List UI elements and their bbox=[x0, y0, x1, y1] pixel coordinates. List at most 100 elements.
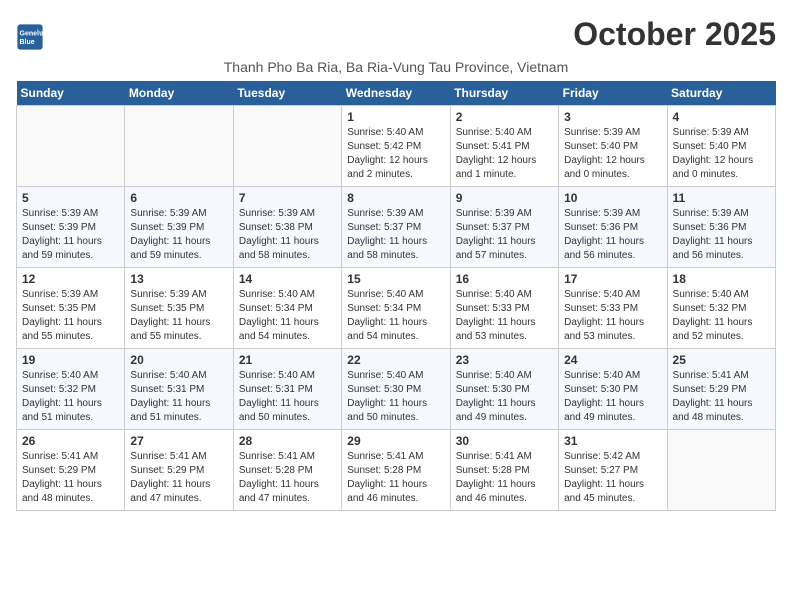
calendar-cell: 13 Sunrise: 5:39 AM Sunset: 5:35 PM Dayli… bbox=[125, 268, 233, 349]
day-info: Sunrise: 5:41 AM Sunset: 5:29 PM Dayligh… bbox=[130, 450, 227, 506]
calendar-cell: 3 Sunrise: 5:39 AM Sunset: 5:40 PM Daylig… bbox=[559, 106, 667, 187]
day-info: Sunrise: 5:39 AM Sunset: 5:40 PM Dayligh… bbox=[564, 126, 661, 182]
location-subtitle: Thanh Pho Ba Ria, Ba Ria-Vung Tau Provin… bbox=[16, 59, 776, 75]
day-info: Sunrise: 5:39 AM Sunset: 5:37 PM Dayligh… bbox=[347, 207, 444, 263]
calendar-cell: 20 Sunrise: 5:40 AM Sunset: 5:31 PM Dayli… bbox=[125, 349, 233, 430]
day-info: Sunrise: 5:41 AM Sunset: 5:28 PM Dayligh… bbox=[347, 450, 444, 506]
calendar-cell: 29 Sunrise: 5:41 AM Sunset: 5:28 PM Dayli… bbox=[342, 430, 450, 511]
calendar-cell: 30 Sunrise: 5:41 AM Sunset: 5:28 PM Dayli… bbox=[450, 430, 558, 511]
day-info: Sunrise: 5:39 AM Sunset: 5:36 PM Dayligh… bbox=[673, 207, 770, 263]
day-info: Sunrise: 5:39 AM Sunset: 5:39 PM Dayligh… bbox=[22, 207, 119, 263]
day-number: 12 bbox=[22, 272, 119, 286]
weekday-header-monday: Monday bbox=[125, 81, 233, 106]
calendar-cell: 18 Sunrise: 5:40 AM Sunset: 5:32 PM Dayli… bbox=[667, 268, 775, 349]
calendar-cell: 14 Sunrise: 5:40 AM Sunset: 5:34 PM Dayli… bbox=[233, 268, 341, 349]
calendar-cell: 5Sunrise: 5:39 AM Sunset: 5:39 PM Daylig… bbox=[17, 187, 125, 268]
day-number: 18 bbox=[673, 272, 770, 286]
calendar-cell bbox=[233, 106, 341, 187]
calendar-cell: 25Sunrise: 5:41 AM Sunset: 5:29 PM Dayli… bbox=[667, 349, 775, 430]
day-info: Sunrise: 5:41 AM Sunset: 5:28 PM Dayligh… bbox=[456, 450, 553, 506]
day-number: 28 bbox=[239, 434, 336, 448]
calendar-cell: 16 Sunrise: 5:40 AM Sunset: 5:33 PM Dayli… bbox=[450, 268, 558, 349]
day-info: Sunrise: 5:41 AM Sunset: 5:28 PM Dayligh… bbox=[239, 450, 336, 506]
calendar-cell: 1 Sunrise: 5:40 AM Sunset: 5:42 PM Daylig… bbox=[342, 106, 450, 187]
calendar-cell: 23 Sunrise: 5:40 AM Sunset: 5:30 PM Dayli… bbox=[450, 349, 558, 430]
day-info: Sunrise: 5:40 AM Sunset: 5:32 PM Dayligh… bbox=[22, 369, 119, 425]
day-number: 22 bbox=[347, 353, 444, 367]
calendar-cell: 2 Sunrise: 5:40 AM Sunset: 5:41 PM Daylig… bbox=[450, 106, 558, 187]
day-number: 3 bbox=[564, 110, 661, 124]
day-number: 14 bbox=[239, 272, 336, 286]
day-number: 27 bbox=[130, 434, 227, 448]
day-number: 21 bbox=[239, 353, 336, 367]
day-number: 16 bbox=[456, 272, 553, 286]
day-info: Sunrise: 5:40 AM Sunset: 5:41 PM Dayligh… bbox=[456, 126, 553, 182]
weekday-header-saturday: Saturday bbox=[667, 81, 775, 106]
day-info: Sunrise: 5:42 AM Sunset: 5:27 PM Dayligh… bbox=[564, 450, 661, 506]
month-title: October 2025 bbox=[573, 16, 776, 53]
day-info: Sunrise: 5:40 AM Sunset: 5:32 PM Dayligh… bbox=[673, 288, 770, 344]
calendar-cell: 24 Sunrise: 5:40 AM Sunset: 5:30 PM Dayli… bbox=[559, 349, 667, 430]
day-number: 9 bbox=[456, 191, 553, 205]
calendar-cell: 4 Sunrise: 5:39 AM Sunset: 5:40 PM Daylig… bbox=[667, 106, 775, 187]
calendar-cell: 31 Sunrise: 5:42 AM Sunset: 5:27 PM Dayli… bbox=[559, 430, 667, 511]
day-number: 15 bbox=[347, 272, 444, 286]
day-info: Sunrise: 5:40 AM Sunset: 5:34 PM Dayligh… bbox=[239, 288, 336, 344]
calendar-table: SundayMondayTuesdayWednesdayThursdayFrid… bbox=[16, 81, 776, 511]
calendar-cell: 22 Sunrise: 5:40 AM Sunset: 5:30 PM Dayli… bbox=[342, 349, 450, 430]
logo: General Blue bbox=[16, 23, 48, 51]
calendar-cell: 19Sunrise: 5:40 AM Sunset: 5:32 PM Dayli… bbox=[17, 349, 125, 430]
day-number: 7 bbox=[239, 191, 336, 205]
day-number: 30 bbox=[456, 434, 553, 448]
calendar-cell: 27 Sunrise: 5:41 AM Sunset: 5:29 PM Dayli… bbox=[125, 430, 233, 511]
weekday-header-wednesday: Wednesday bbox=[342, 81, 450, 106]
weekday-header-friday: Friday bbox=[559, 81, 667, 106]
day-info: Sunrise: 5:39 AM Sunset: 5:35 PM Dayligh… bbox=[22, 288, 119, 344]
day-number: 17 bbox=[564, 272, 661, 286]
day-info: Sunrise: 5:39 AM Sunset: 5:39 PM Dayligh… bbox=[130, 207, 227, 263]
day-number: 29 bbox=[347, 434, 444, 448]
day-info: Sunrise: 5:40 AM Sunset: 5:33 PM Dayligh… bbox=[456, 288, 553, 344]
weekday-header-tuesday: Tuesday bbox=[233, 81, 341, 106]
day-number: 10 bbox=[564, 191, 661, 205]
day-info: Sunrise: 5:39 AM Sunset: 5:36 PM Dayligh… bbox=[564, 207, 661, 263]
day-info: Sunrise: 5:41 AM Sunset: 5:29 PM Dayligh… bbox=[673, 369, 770, 425]
general-blue-icon: General Blue bbox=[16, 23, 44, 51]
day-number: 13 bbox=[130, 272, 227, 286]
day-info: Sunrise: 5:40 AM Sunset: 5:31 PM Dayligh… bbox=[239, 369, 336, 425]
calendar-cell: 6 Sunrise: 5:39 AM Sunset: 5:39 PM Daylig… bbox=[125, 187, 233, 268]
day-number: 24 bbox=[564, 353, 661, 367]
day-number: 2 bbox=[456, 110, 553, 124]
calendar-cell: 21 Sunrise: 5:40 AM Sunset: 5:31 PM Dayli… bbox=[233, 349, 341, 430]
calendar-cell: 10 Sunrise: 5:39 AM Sunset: 5:36 PM Dayli… bbox=[559, 187, 667, 268]
calendar-cell: 8 Sunrise: 5:39 AM Sunset: 5:37 PM Daylig… bbox=[342, 187, 450, 268]
calendar-cell: 15Sunrise: 5:40 AM Sunset: 5:34 PM Dayli… bbox=[342, 268, 450, 349]
day-info: Sunrise: 5:40 AM Sunset: 5:31 PM Dayligh… bbox=[130, 369, 227, 425]
day-info: Sunrise: 5:40 AM Sunset: 5:33 PM Dayligh… bbox=[564, 288, 661, 344]
day-number: 20 bbox=[130, 353, 227, 367]
calendar-cell bbox=[667, 430, 775, 511]
calendar-cell: 7 Sunrise: 5:39 AM Sunset: 5:38 PM Daylig… bbox=[233, 187, 341, 268]
day-info: Sunrise: 5:39 AM Sunset: 5:35 PM Dayligh… bbox=[130, 288, 227, 344]
svg-text:Blue: Blue bbox=[20, 39, 35, 46]
day-number: 23 bbox=[456, 353, 553, 367]
calendar-cell bbox=[17, 106, 125, 187]
day-number: 1 bbox=[347, 110, 444, 124]
weekday-header-sunday: Sunday bbox=[17, 81, 125, 106]
day-info: Sunrise: 5:40 AM Sunset: 5:30 PM Dayligh… bbox=[347, 369, 444, 425]
day-number: 26 bbox=[22, 434, 119, 448]
day-number: 6 bbox=[130, 191, 227, 205]
calendar-cell: 28 Sunrise: 5:41 AM Sunset: 5:28 PM Dayli… bbox=[233, 430, 341, 511]
day-number: 11 bbox=[673, 191, 770, 205]
day-number: 8 bbox=[347, 191, 444, 205]
day-info: Sunrise: 5:40 AM Sunset: 5:30 PM Dayligh… bbox=[456, 369, 553, 425]
day-info: Sunrise: 5:39 AM Sunset: 5:38 PM Dayligh… bbox=[239, 207, 336, 263]
day-number: 31 bbox=[564, 434, 661, 448]
calendar-cell: 11 Sunrise: 5:39 AM Sunset: 5:36 PM Dayli… bbox=[667, 187, 775, 268]
day-info: Sunrise: 5:39 AM Sunset: 5:40 PM Dayligh… bbox=[673, 126, 770, 182]
day-info: Sunrise: 5:40 AM Sunset: 5:42 PM Dayligh… bbox=[347, 126, 444, 182]
day-number: 4 bbox=[673, 110, 770, 124]
calendar-cell: 26Sunrise: 5:41 AM Sunset: 5:29 PM Dayli… bbox=[17, 430, 125, 511]
calendar-cell: 9Sunrise: 5:39 AM Sunset: 5:37 PM Daylig… bbox=[450, 187, 558, 268]
day-info: Sunrise: 5:40 AM Sunset: 5:30 PM Dayligh… bbox=[564, 369, 661, 425]
